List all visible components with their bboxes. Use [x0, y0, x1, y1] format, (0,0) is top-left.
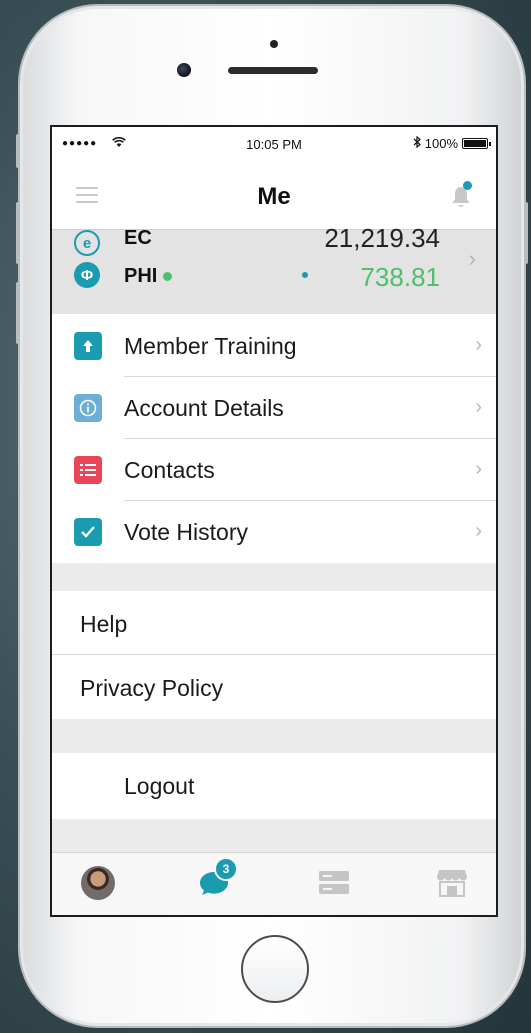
coin-row-phi: Φ PHI 738.81	[52, 256, 496, 296]
storefront-icon	[437, 870, 467, 897]
server-list-icon	[319, 871, 349, 894]
chevron-right-icon: ›	[475, 458, 482, 480]
tab-messages[interactable]: 3	[196, 857, 238, 901]
status-right: 100%	[413, 135, 491, 151]
chevron-right-icon: ›	[468, 246, 476, 271]
status-bar: ●●●●● 10:05 PM 100%	[52, 127, 496, 163]
privacy-policy-item[interactable]: Privacy Policy	[52, 655, 496, 719]
online-status-dot	[163, 272, 173, 282]
menu-item-label: Contacts	[124, 457, 215, 483]
tab-list[interactable]	[316, 865, 352, 901]
privacy-policy-label: Privacy Policy	[80, 675, 224, 701]
home-button[interactable]	[241, 935, 309, 1003]
menu-item-account-details[interactable]: Account Details ›	[52, 377, 496, 439]
tab-profile[interactable]	[80, 865, 116, 901]
help-label: Help	[80, 611, 128, 637]
logout-label: Logout	[124, 773, 195, 799]
notification-bell-icon[interactable]	[450, 181, 472, 209]
menu-item-member-training[interactable]: Member Training ›	[52, 315, 496, 377]
tab-store[interactable]	[434, 865, 470, 901]
coin-name-phi: PHI	[124, 265, 173, 288]
bluetooth-icon	[413, 135, 421, 151]
menu-item-label: Vote History	[124, 519, 248, 545]
coin-name-ec: EC	[124, 227, 152, 249]
menu-item-label: Account Details	[124, 395, 284, 421]
list-icon	[74, 456, 102, 484]
proximity-sensor	[270, 40, 278, 48]
battery-percent: 100%	[424, 136, 458, 151]
notification-dot	[463, 181, 472, 190]
coin-value-phi: 738.81	[360, 262, 440, 292]
check-icon	[74, 518, 102, 546]
tab-bar: 3	[52, 852, 496, 915]
chevron-right-icon: ›	[475, 520, 482, 542]
phone-volume-down	[16, 282, 20, 344]
page-indicator-dot	[302, 272, 308, 278]
avatar	[81, 866, 115, 900]
phi-coin-icon: Φ	[74, 262, 100, 288]
page-title: Me	[257, 183, 291, 210]
menu-item-contacts[interactable]: Contacts ›	[52, 439, 496, 501]
phone-volume-up	[16, 202, 20, 264]
phone-side-button	[16, 134, 20, 168]
info-icon	[74, 394, 102, 422]
battery-icon	[462, 138, 491, 149]
phone-power-button	[524, 202, 528, 264]
coin-value-ec: 21,219.34	[324, 223, 440, 253]
chevron-right-icon: ›	[475, 396, 482, 418]
help-item[interactable]: Help	[52, 591, 496, 655]
earpiece-speaker	[228, 67, 318, 74]
nav-bar: Me	[52, 163, 496, 229]
menu-item-vote-history[interactable]: Vote History ›	[52, 501, 496, 563]
menu-item-label: Member Training	[124, 333, 297, 359]
app-screen: ●●●●● 10:05 PM 100% Me e EC 21,219.34 Φ …	[50, 125, 498, 917]
chevron-right-icon: ›	[475, 334, 482, 356]
logout-button[interactable]: Logout	[52, 753, 496, 819]
ec-coin-icon: e	[74, 230, 100, 256]
front-camera	[177, 63, 191, 77]
section-gap	[52, 563, 496, 591]
wallet-balances[interactable]: e EC 21,219.34 Φ PHI 738.81 ›	[52, 223, 496, 314]
upload-icon	[74, 332, 102, 360]
unread-badge: 3	[214, 857, 238, 881]
section-gap	[52, 719, 496, 753]
